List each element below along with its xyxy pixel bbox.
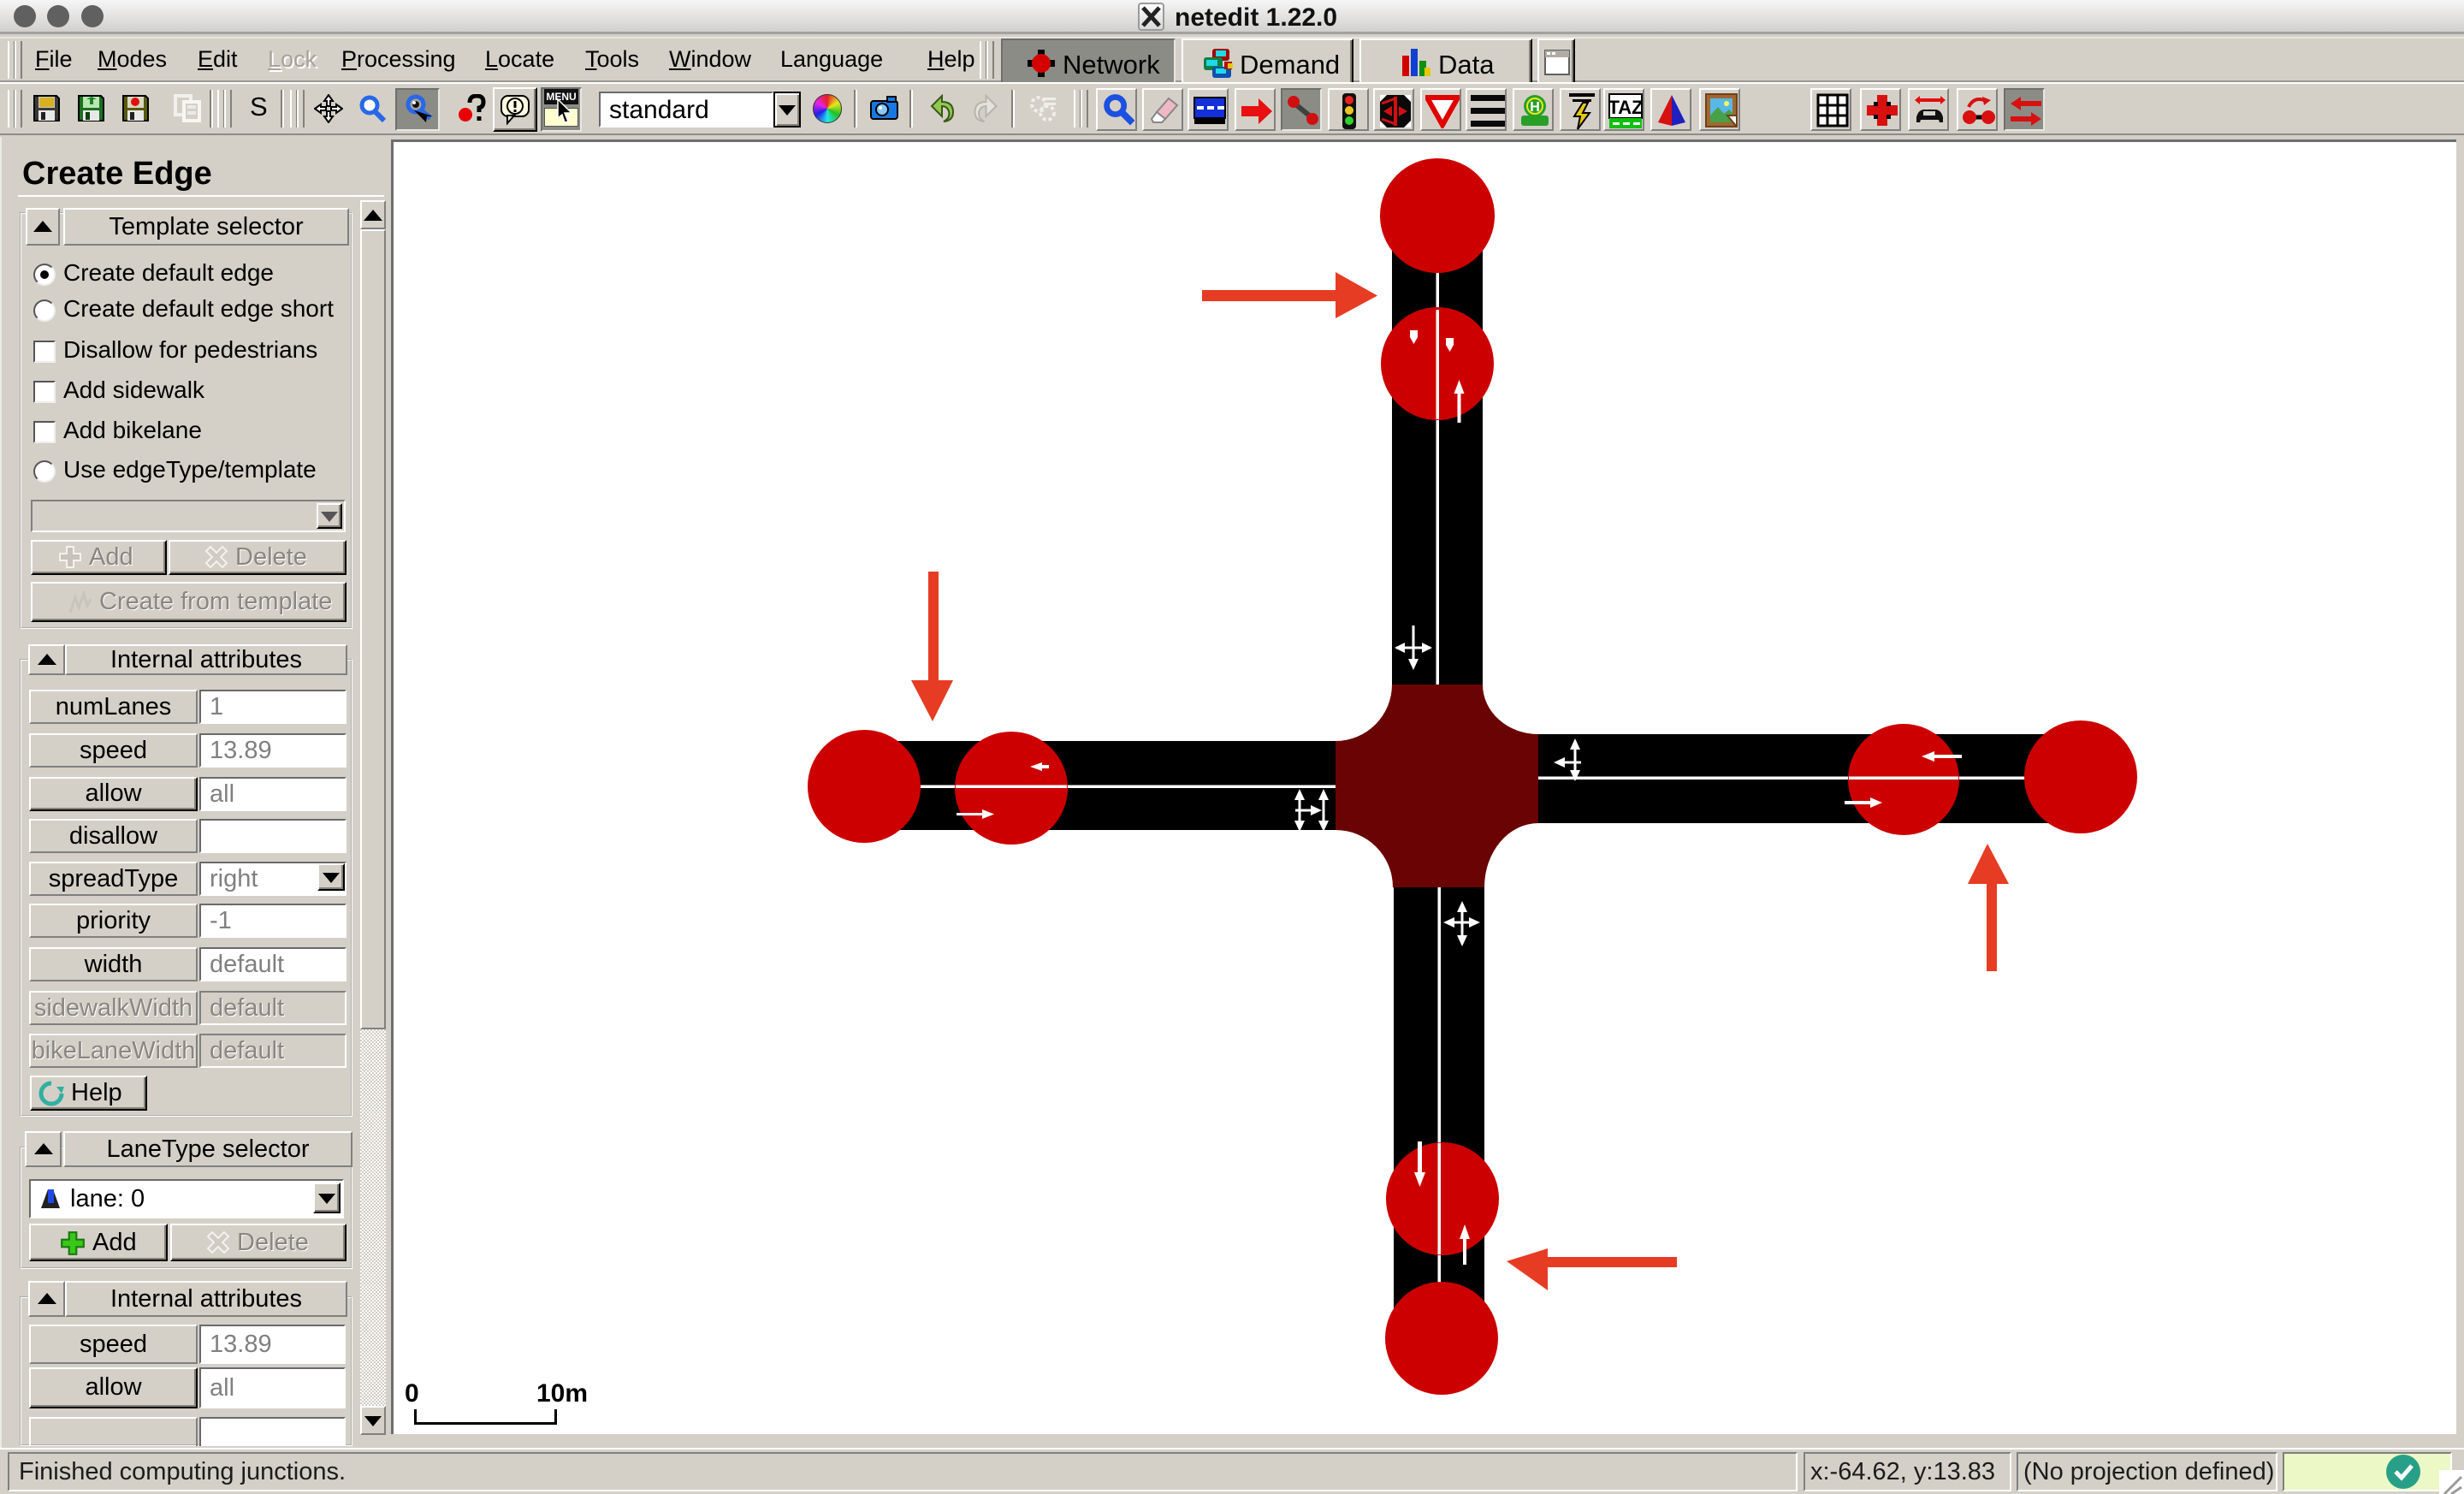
svg-text:10m: 10m	[536, 1379, 588, 1408]
svg-text:TAZ: TAZ	[1608, 97, 1643, 118]
svg-text:0: 0	[405, 1379, 419, 1408]
svg-text:H: H	[1530, 100, 1540, 115]
